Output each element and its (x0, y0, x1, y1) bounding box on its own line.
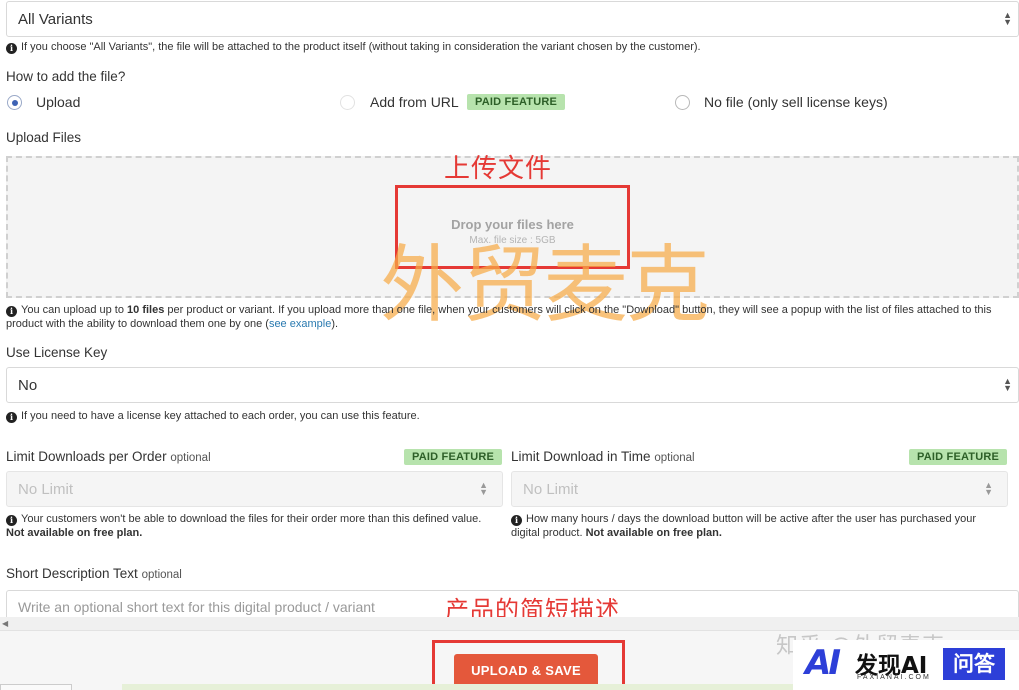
limit-downloads-help: i Your customers won't be able to downloa… (6, 513, 482, 539)
info-icon: i (511, 515, 522, 526)
info-icon: i (6, 306, 17, 317)
upload-help: i You can upload up to 10 files per produ… (6, 304, 992, 330)
license-help: i If you need to have a license key attac… (6, 410, 1016, 424)
paid-feature-badge: PAID FEATURE (467, 94, 566, 110)
limit-downloads-select-value: No Limit (18, 480, 74, 498)
upload-save-button[interactable]: UPLOAD & SAVE (454, 654, 598, 687)
faxianai-logo: AI 发现AI FAXIANAI.COM 问答 (793, 640, 1019, 690)
limit-time-select-value: No Limit (523, 480, 579, 498)
add-file-question: How to add the file? (6, 69, 126, 84)
variant-select-value: All Variants (18, 10, 93, 28)
select-arrows-icon: ▲ ▼ (984, 480, 993, 497)
radio-upload[interactable] (7, 95, 22, 110)
license-key-select-value: No (18, 376, 38, 394)
info-icon: i (6, 43, 17, 54)
limit-downloads-paid-badge: PAID FEATURE (404, 449, 503, 465)
logo-domain: FAXIANAI.COM (857, 674, 931, 681)
annotation-upload: 上传文件 (444, 154, 553, 184)
upload-files-label: Upload Files (6, 130, 82, 145)
variant-select[interactable]: All Variants ▲ ▼ (6, 1, 1019, 37)
radio-no-file-label: No file (only sell license keys) (704, 94, 888, 110)
limit-time-label: Limit Download in Time optional (511, 449, 695, 464)
select-arrows-icon: ▲ ▼ (1003, 10, 1012, 27)
see-example-link[interactable]: see example (269, 318, 331, 330)
radio-no-file[interactable] (675, 95, 690, 110)
select-arrows-icon: ▲ ▼ (1003, 376, 1012, 393)
select-arrows-icon: ▲ ▼ (479, 480, 488, 497)
logo-ai-mark: AI (805, 643, 841, 683)
license-key-label: Use License Key (6, 345, 108, 360)
short-description-label: Short Description Text optional (6, 566, 182, 581)
limit-time-help: i How many hours / days the download butt… (511, 513, 977, 539)
limit-downloads-select[interactable]: No Limit ▲ ▼ (6, 471, 503, 507)
radio-add-from-url-label: Add from URL (370, 94, 459, 110)
radio-add-from-url[interactable] (340, 95, 355, 110)
bottom-tab-fragment (0, 684, 72, 690)
limit-time-select[interactable]: No Limit ▲ ▼ (511, 471, 1008, 507)
scroll-left-icon[interactable]: ◀ (2, 617, 8, 630)
radio-upload-label: Upload (36, 94, 81, 110)
logo-badge: 问答 (943, 648, 1005, 680)
variant-help: i If you choose "All Variants", the file … (6, 41, 1016, 55)
short-description-placeholder: Write an optional short text for this di… (18, 599, 375, 615)
license-key-select[interactable]: No ▲ ▼ (6, 367, 1019, 403)
info-icon: i (6, 412, 17, 423)
limit-time-paid-badge: PAID FEATURE (909, 449, 1008, 465)
limit-downloads-label: Limit Downloads per Order optional (6, 449, 211, 464)
info-icon: i (6, 515, 17, 526)
